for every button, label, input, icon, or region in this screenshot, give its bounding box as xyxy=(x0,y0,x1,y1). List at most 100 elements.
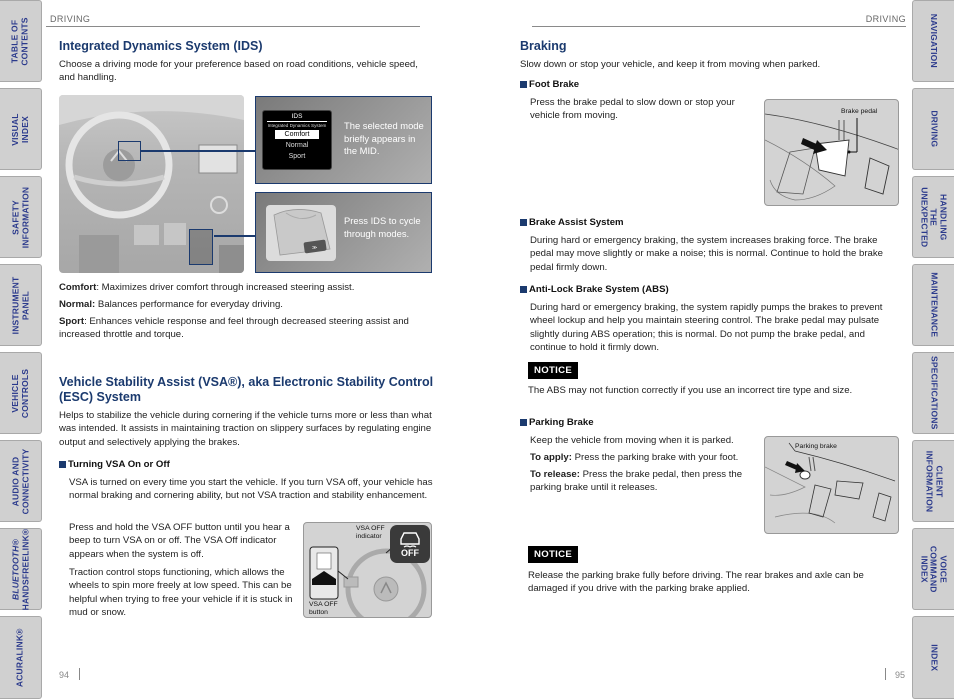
tab-navigation[interactable]: NAVIGATION xyxy=(912,0,954,82)
leader-line-mid xyxy=(141,150,255,152)
left-section-tabs: TABLE OF CONTENTS VISUAL INDEX SAFETY IN… xyxy=(0,0,44,699)
vsa-subhead: Turning VSA On or Off xyxy=(59,459,170,470)
tab-maintenance[interactable]: MAINTENANCE xyxy=(912,264,954,346)
mid-subtitle: Integrated Dynamics System xyxy=(267,123,327,128)
tab-label: HANDLING THE UNEXPECTED xyxy=(919,186,949,248)
mid-callout-text: The selected mode briefly appears in the… xyxy=(344,120,424,156)
tab-label: SAFETY INFORMATION xyxy=(10,186,30,248)
mode-name: Normal: xyxy=(59,299,96,310)
braking-intro: Slow down or stop your vehicle, and keep… xyxy=(520,59,821,70)
bullet-square-icon xyxy=(520,286,527,293)
abs-notice-badge: NOTICE xyxy=(528,362,579,379)
ids-button-focus-box xyxy=(189,229,213,265)
tab-specifications[interactable]: SPECIFICATIONS xyxy=(912,352,954,434)
tab-index[interactable]: INDEX xyxy=(912,616,954,699)
brake-assist-subhead: Brake Assist System xyxy=(520,217,624,228)
mode-name: Comfort xyxy=(59,282,97,293)
page-number-separator xyxy=(885,668,886,680)
parking-brake-subhead: Parking Brake xyxy=(520,417,594,428)
mode-normal: Normal: Balances performance for everyda… xyxy=(59,298,435,311)
tab-handling-the-unexpected[interactable]: HANDLING THE UNEXPECTED xyxy=(912,176,954,258)
tab-client-information[interactable]: CLIENT INFORMATION xyxy=(912,440,954,522)
apply-label: To apply: xyxy=(530,452,572,463)
tab-safety-information[interactable]: SAFETY INFORMATION xyxy=(0,176,42,258)
tab-label: CLIENT INFORMATION xyxy=(924,450,945,512)
parking-brake-illustration xyxy=(765,442,896,524)
vsa-para-2: Press and hold the VSA OFF button until … xyxy=(69,522,290,560)
ids-title: Integrated Dynamics System (IDS) xyxy=(59,39,263,53)
bullet-square-icon xyxy=(520,419,527,426)
abs-notice-text: The ABS may not function correctly if yo… xyxy=(528,385,853,396)
ids-button-illustration: ≫ xyxy=(266,205,336,261)
tab-label: AUDIO AND CONNECTIVITY xyxy=(10,448,30,514)
tab-label: INDEX xyxy=(929,644,940,671)
brake-pedal-figure: Brake pedal xyxy=(764,99,899,206)
mid-option-comfort: Comfort xyxy=(275,130,319,139)
bullet-square-icon xyxy=(520,81,527,88)
release-label: To release: xyxy=(530,469,580,480)
vsa-para-3: Traction control stops functioning, whic… xyxy=(69,567,293,619)
parking-brake-subhead-text: Parking Brake xyxy=(529,417,594,428)
abs-text: During hard or emergency braking, the sy… xyxy=(530,302,883,354)
dashboard-illustration xyxy=(59,95,244,273)
vsa-intro: Helps to stabilize the vehicle during co… xyxy=(59,410,432,448)
page-number-right: 95 xyxy=(895,670,906,680)
tab-driving[interactable]: DRIVING xyxy=(912,88,954,170)
tab-visual-index[interactable]: VISUAL INDEX xyxy=(0,88,42,170)
vsa-subhead-text: Turning VSA On or Off xyxy=(68,459,170,470)
vsa-figure: OFF VSA OFF indicator VSA OFF button xyxy=(303,522,432,618)
running-head-left: DRIVING xyxy=(50,14,91,24)
page-number-separator xyxy=(79,668,80,680)
page-number-left: 94 xyxy=(59,670,70,680)
foot-brake-subhead: Foot Brake xyxy=(520,79,579,90)
dashboard-photo xyxy=(59,95,244,273)
mode-desc: : Enhances vehicle response and feel thr… xyxy=(59,316,409,341)
mode-sport: Sport: Enhances vehicle response and fee… xyxy=(59,315,435,342)
ids-button-callout-text: Press IDS to cycle through modes. xyxy=(344,215,421,239)
tab-label: VOICE COMMAND INDEX xyxy=(919,545,949,593)
header-rule-left xyxy=(46,26,420,27)
brake-assist-subhead-text: Brake Assist System xyxy=(529,217,624,228)
abs-subhead: Anti-Lock Brake System (ABS) xyxy=(520,284,669,295)
vsa-para-1: VSA is turned on every time you start th… xyxy=(69,477,433,502)
braking-title: Braking xyxy=(520,39,567,53)
mid-callout: IDS Integrated Dynamics System Comfort N… xyxy=(255,96,432,184)
parking-notice-text: Release the parking brake fully before d… xyxy=(528,570,864,595)
parking-brake-figure: Parking brake xyxy=(764,436,899,534)
parking-brake-label: Parking brake xyxy=(795,443,837,450)
tab-label: VISUAL INDEX xyxy=(10,112,30,146)
mid-option-normal: Normal xyxy=(285,142,309,149)
tab-label: ACURALINK® xyxy=(14,628,25,687)
tab-label: BLUETOOTH® HANDSFREELINK® xyxy=(10,528,30,610)
parking-brake-apply: To apply: Press the parking brake with y… xyxy=(530,451,755,464)
mid-display: IDS Integrated Dynamics System Comfort N… xyxy=(262,110,332,170)
tab-bluetooth-handsfreelink[interactable]: BLUETOOTH® HANDSFREELINK® xyxy=(0,528,42,610)
ids-button-callout: ≫ Press IDS to cycle through modes. xyxy=(255,192,432,273)
tab-label: VEHICLE CONTROLS xyxy=(10,368,30,418)
tab-table-of-contents[interactable]: TABLE OF CONTENTS xyxy=(0,0,42,82)
tab-acuralink[interactable]: ACURALINK® xyxy=(0,616,42,699)
leader-line-button xyxy=(214,235,255,237)
bullet-square-icon xyxy=(59,461,66,468)
vsa-off-indicator-text: OFF xyxy=(401,548,419,558)
right-section-tabs: NAVIGATION DRIVING HANDLING THE UNEXPECT… xyxy=(910,0,954,699)
mid-focus-box xyxy=(118,141,141,161)
tab-vehicle-controls[interactable]: VEHICLE CONTROLS xyxy=(0,352,42,434)
vsa-title: Vehicle Stability Assist (VSA®), aka Ele… xyxy=(59,375,434,404)
svg-text:≫: ≫ xyxy=(312,245,317,251)
tab-instrument-panel[interactable]: INSTRUMENT PANEL xyxy=(0,264,42,346)
vsa-indicator-label: VSA OFF indicator xyxy=(356,525,385,540)
mode-desc: Balances performance for everyday drivin… xyxy=(95,299,283,310)
ids-intro: Choose a driving mode for your preferenc… xyxy=(59,59,418,84)
tab-label: TABLE OF CONTENTS xyxy=(10,16,30,66)
tab-label: SPECIFICATIONS xyxy=(929,356,940,430)
apply-text: Press the parking brake with your foot. xyxy=(571,452,739,463)
mid-option-sport: Sport xyxy=(288,153,306,160)
parking-brake-release: To release: Press the brake pedal, then … xyxy=(530,468,755,495)
mode-name: Sport xyxy=(59,316,85,327)
running-head-right: DRIVING xyxy=(865,14,906,24)
tab-voice-command-index[interactable]: VOICE COMMAND INDEX xyxy=(912,528,954,610)
tab-audio-and-connectivity[interactable]: AUDIO AND CONNECTIVITY xyxy=(0,440,42,522)
brake-pedal-label: Brake pedal xyxy=(841,108,878,115)
parking-brake-text: Keep the vehicle from moving when it is … xyxy=(530,435,734,446)
